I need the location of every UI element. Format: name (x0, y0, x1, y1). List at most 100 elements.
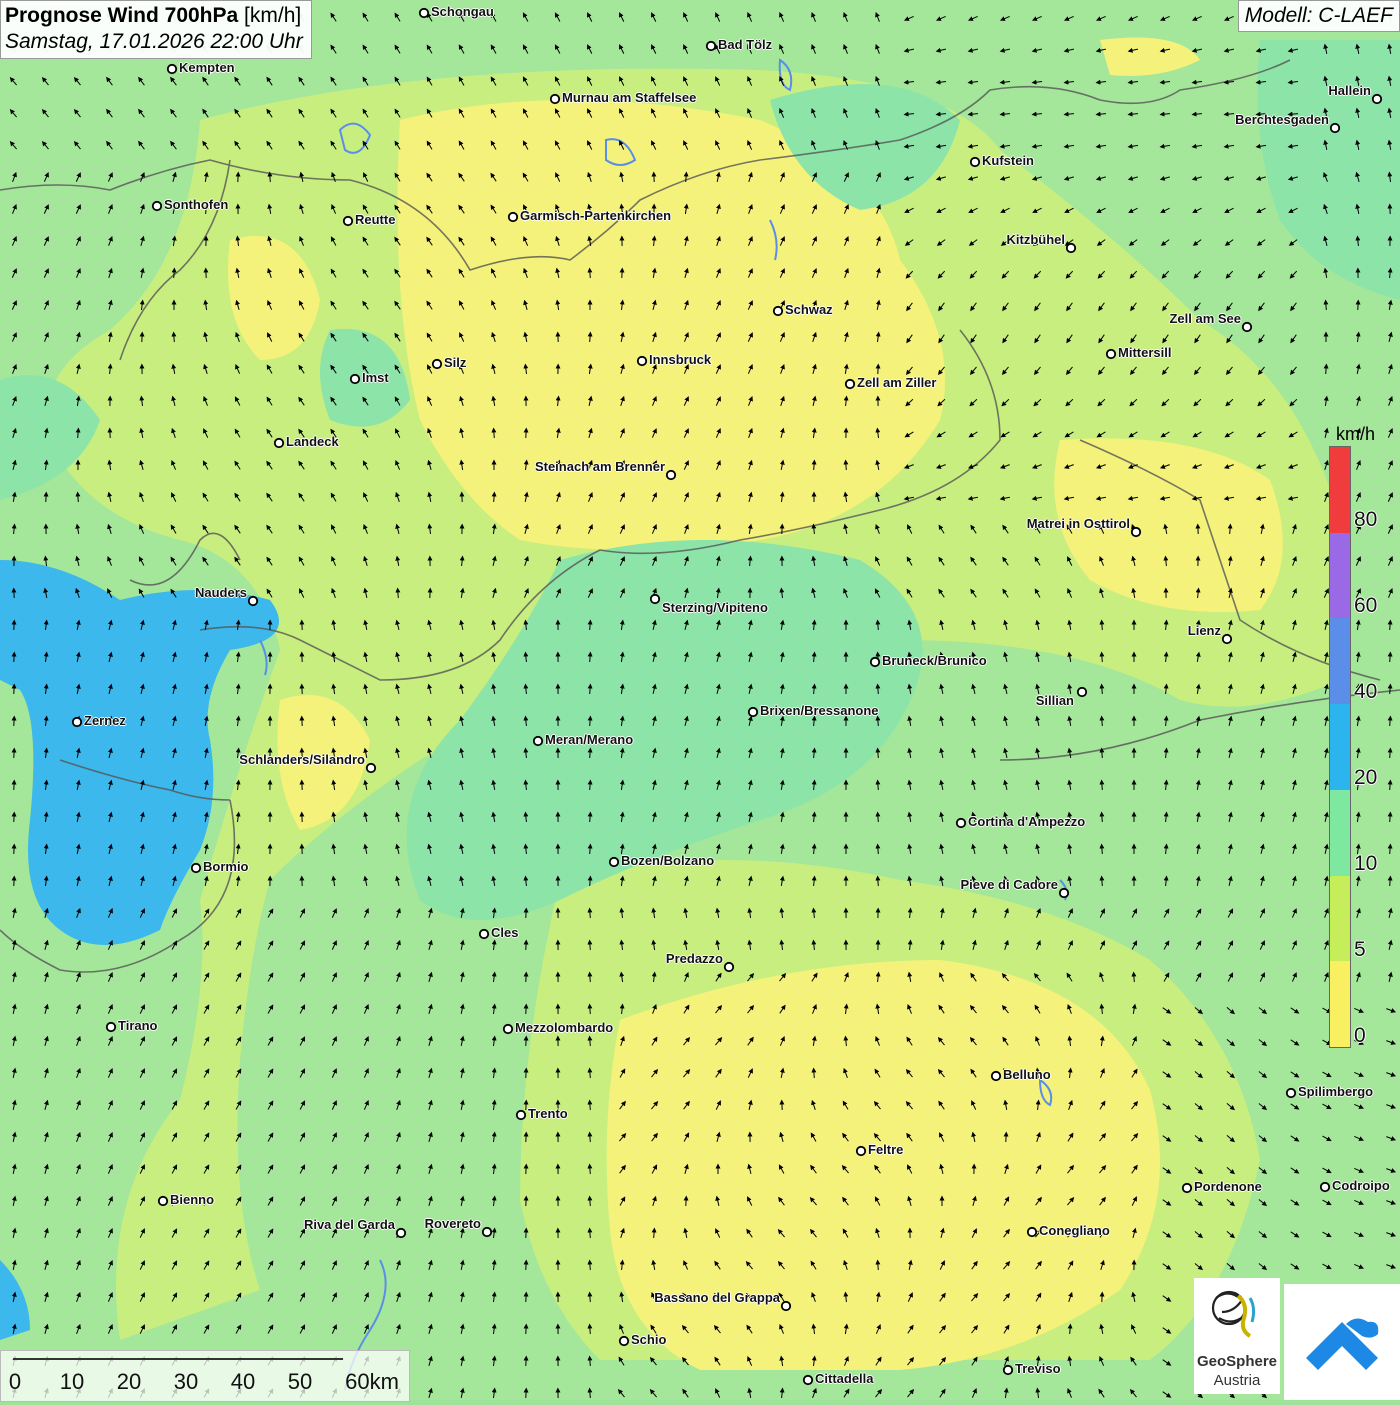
wind-arrow (1230, 526, 1231, 534)
city-marker (707, 42, 715, 50)
city-marker (397, 1229, 405, 1237)
city-label: Reutte (355, 212, 395, 227)
city-label: Cles (491, 925, 518, 940)
legend-tick-10: 10 (1354, 852, 1377, 876)
forecast-datetime: Samstag, 17.01.2026 22:00 Uhr (5, 30, 303, 54)
city-marker (1060, 889, 1068, 897)
city-marker (420, 9, 428, 17)
legend-tick-80: 80 (1354, 508, 1377, 532)
wind-arrow (1390, 782, 1391, 790)
wind-arrow (590, 334, 591, 342)
map-title-unit: [km/h] (244, 4, 301, 27)
wind-arrow (846, 462, 847, 470)
wind-arrow (494, 430, 495, 438)
city-label: Trento (528, 1106, 568, 1121)
city-marker (610, 858, 618, 866)
scale-label: 10 (60, 1369, 84, 1395)
legend-unit: km/h (1336, 424, 1375, 445)
legend-color-segment (1330, 876, 1350, 962)
city-label: Schongau (431, 4, 494, 19)
legend-color-segment (1330, 790, 1350, 876)
city-marker (483, 1228, 491, 1236)
city-marker (620, 1337, 628, 1345)
wind-arrow (686, 174, 687, 182)
city-label: Schio (631, 1332, 666, 1347)
city-marker (1067, 244, 1075, 252)
wind-arrow (1390, 878, 1391, 886)
wind-arrow (590, 750, 591, 758)
wind-arrow (1390, 622, 1391, 630)
geosphere-logo: GeoSphere Austria (1194, 1278, 1280, 1394)
wind-arrow (174, 270, 175, 278)
wind-arrow (1390, 846, 1391, 854)
city-label: Lienz (1188, 623, 1221, 638)
wind-arrow (590, 1134, 591, 1142)
wind-arrow (270, 174, 271, 182)
city-label: Pieve di Cadore (960, 877, 1058, 892)
city-marker (1243, 323, 1251, 331)
logo-name-line2: Austria (1194, 1372, 1280, 1389)
city-label: Bozen/Bolzano (621, 853, 714, 868)
wind-arrow (878, 782, 879, 790)
wind-arrow (590, 974, 591, 982)
city-marker (1321, 1183, 1329, 1191)
wind-arrow (494, 494, 495, 502)
city-marker (782, 1302, 790, 1310)
city-label: Steinach am Brenner (535, 459, 665, 474)
city-label: Schwaz (785, 302, 833, 317)
city-label: Sonthofen (164, 197, 228, 212)
wind-arrow (1102, 846, 1103, 854)
city-marker (1132, 528, 1140, 536)
wind-arrow (1102, 622, 1103, 630)
city-label: Cittadella (815, 1371, 874, 1386)
wind-arrow (590, 782, 591, 790)
scale-line (13, 1358, 343, 1360)
city-marker (725, 963, 733, 971)
wind-arrow (1102, 718, 1103, 726)
wind-arrow (590, 1006, 591, 1014)
city-marker (1004, 1366, 1012, 1374)
city-marker (749, 708, 757, 716)
wind-arrow (814, 1070, 815, 1078)
wind-arrow (590, 942, 591, 950)
wind-arrow (590, 1102, 591, 1110)
wind-arrow (878, 1262, 879, 1270)
city-label: Riva del Garda (304, 1217, 395, 1232)
wind-arrow (590, 718, 591, 726)
city-marker (351, 375, 359, 383)
wind-arrow (590, 270, 591, 278)
legend-tick-20: 20 (1354, 766, 1377, 790)
wind-arrow (1326, 302, 1327, 310)
city-label: Mittersill (1118, 345, 1171, 360)
city-label: Conegliano (1039, 1223, 1110, 1238)
city-label: Brixen/Bressanone (760, 703, 879, 718)
city-marker (667, 471, 675, 479)
map-title-main: Prognose Wind 700hPa (5, 4, 238, 27)
wind-arrow (590, 814, 591, 822)
city-label: Cortina d'Ampezzo (968, 814, 1085, 829)
city-marker (804, 1376, 812, 1384)
wind-arrow (174, 334, 175, 342)
wind-arrow (1390, 654, 1391, 662)
mountain-cloud-icon (1284, 1284, 1400, 1400)
city-label: Codroipo (1332, 1178, 1390, 1193)
wind-arrow (398, 590, 399, 598)
city-marker (517, 1111, 525, 1119)
city-label: Bienno (170, 1192, 214, 1207)
legend-color-segment (1330, 447, 1350, 533)
wind-arrow (590, 1038, 591, 1046)
wind-arrow (590, 1326, 591, 1334)
wind-arrow (654, 1230, 655, 1238)
wind-arrow (590, 1262, 591, 1270)
wind-arrow (878, 750, 879, 758)
city-marker (153, 202, 161, 210)
wind-arrow (1102, 814, 1103, 822)
city-label: Treviso (1015, 1361, 1061, 1376)
city-label: Silz (444, 355, 466, 370)
wind-arrow (1070, 1326, 1071, 1334)
city-label: Kitzbühel (1007, 232, 1066, 247)
wind-arrow (590, 878, 591, 886)
legend-color-segment (1330, 704, 1350, 790)
wind-arrow (1390, 750, 1391, 758)
scale-label: 30 (174, 1369, 198, 1395)
